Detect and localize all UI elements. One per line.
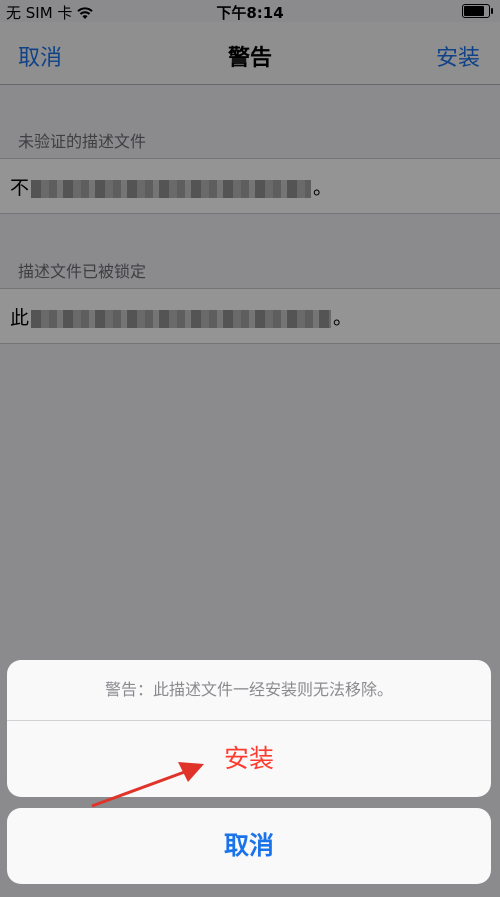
red-arrow-icon — [91, 762, 204, 808]
